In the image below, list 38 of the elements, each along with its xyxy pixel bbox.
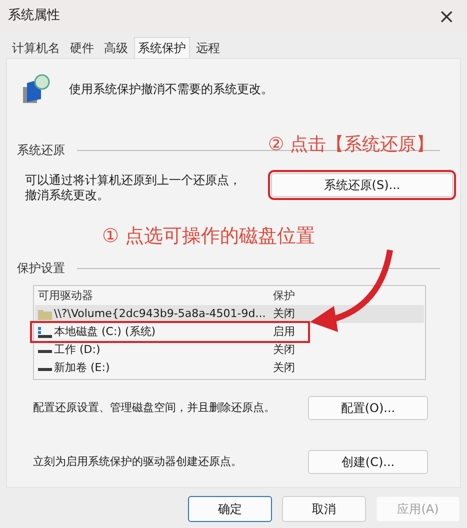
- intro-text: 使用系统保护撤消不需要的系统更改。: [69, 81, 273, 98]
- restore-description: 可以通过将计算机还原到上一个还原点，撤消系统更改。: [25, 173, 242, 203]
- annotation-text: ② 点击【系统还原】: [268, 133, 434, 157]
- protection-status: 关闭: [273, 360, 295, 376]
- protection-status: 启用: [273, 324, 295, 340]
- computer-shield-icon: [21, 73, 51, 105]
- folder-icon: [38, 308, 52, 320]
- dialog-button[interactable]: 配置(O)...: [308, 396, 428, 420]
- configure-text: 配置还原设置、管理磁盘空间，并且删除还原点。: [33, 400, 275, 416]
- group-title: 保护设置: [17, 260, 65, 277]
- tab[interactable]: 系统保护: [134, 37, 190, 58]
- protection-status: 关闭: [273, 306, 295, 322]
- annotation-text: ① 点选可操作的磁盘位置: [102, 224, 316, 249]
- drive-icon: [38, 368, 52, 371]
- drive-name: \\?\Volume{2dc943b9-5a8a-4501-9d...: [54, 306, 266, 322]
- dialog-button[interactable]: 取消: [282, 496, 366, 522]
- drive-row[interactable]: 工作 (D:) 关闭: [35, 341, 424, 359]
- drive-row[interactable]: 新加卷 (E:) 关闭: [35, 359, 424, 377]
- drive-row[interactable]: 本地磁盘 (C:) (系统) 启用: [32, 323, 308, 341]
- create-text: 立刻为启用系统保护的驱动器创建还原点。: [33, 454, 242, 470]
- drive-name: 新加卷 (E:): [54, 360, 110, 376]
- window-title: 系统属性: [8, 7, 60, 26]
- dialog-button[interactable]: 系统还原(S)...: [271, 173, 453, 197]
- column-header[interactable]: 可用驱动器: [35, 288, 273, 305]
- close-button[interactable]: ×: [438, 6, 455, 26]
- tab[interactable]: 远程: [192, 37, 224, 58]
- protection-status: 关闭: [273, 342, 295, 358]
- tab[interactable]: 计算机名: [8, 37, 64, 58]
- tab[interactable]: 硬件: [66, 37, 98, 58]
- drive-name: 本地磁盘 (C:) (系统): [54, 324, 156, 340]
- tab[interactable]: 高级: [100, 37, 132, 58]
- dialog-button[interactable]: 确定: [188, 496, 272, 522]
- dialog-button[interactable]: 创建(C)...: [308, 450, 428, 474]
- system-drive-icon: [38, 326, 52, 338]
- column-header[interactable]: 保护: [273, 288, 295, 305]
- drive-name: 工作 (D:): [54, 342, 100, 358]
- group-title: 系统还原: [17, 142, 65, 159]
- drive-icon: [38, 350, 52, 353]
